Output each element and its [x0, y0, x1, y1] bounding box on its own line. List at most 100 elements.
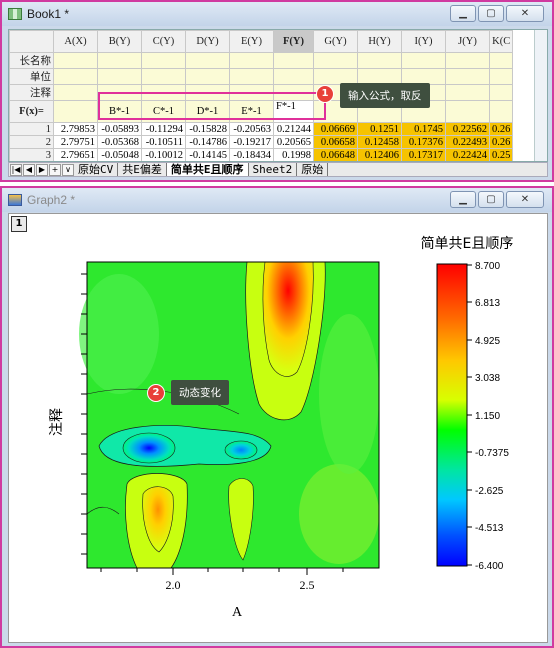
- minimize-button[interactable]: ▁: [450, 191, 476, 208]
- colorbar-label: 4.925: [475, 336, 500, 347]
- table-cell[interactable]: 0.17317: [401, 148, 446, 161]
- table-cell[interactable]: 0.12458: [357, 135, 402, 149]
- table-cell[interactable]: -0.05368: [97, 135, 142, 149]
- column-header[interactable]: E(Y): [229, 30, 274, 53]
- formula-row-header[interactable]: F(x)=: [9, 100, 54, 123]
- minimize-icon: ▁: [459, 194, 467, 205]
- table-cell[interactable]: -0.05893: [97, 122, 142, 136]
- x-tick-label: 2.0: [166, 578, 181, 592]
- table-cell[interactable]: 0.1251: [357, 122, 402, 136]
- tab-sheet2[interactable]: Sheet2: [249, 163, 298, 176]
- table-cell[interactable]: 2.79751: [53, 135, 98, 149]
- callout-badge-2: 2: [147, 384, 165, 402]
- close-icon: ✕: [520, 8, 530, 19]
- table-cell[interactable]: -0.10511: [141, 135, 186, 149]
- table-cell[interactable]: 0.20565: [273, 135, 314, 149]
- column-header[interactable]: K(C: [488, 30, 514, 53]
- table-cell[interactable]: 0.22493: [445, 135, 490, 149]
- colorbar-label: -0.7375: [475, 448, 509, 459]
- sheet-tab-bar: |◀ ◀ ▶ + ∨ 原始CV 共E偏差 简单共E且顺序 Sheet2 原始: [8, 162, 548, 177]
- column-header[interactable]: J(Y): [445, 30, 490, 53]
- tab-raw-cv[interactable]: 原始CV: [74, 163, 119, 176]
- table-cell[interactable]: -0.10012: [141, 148, 186, 161]
- colorbar-label: 3.038: [475, 373, 500, 384]
- row-number[interactable]: 1: [9, 122, 54, 136]
- minimize-icon: ▁: [459, 8, 467, 19]
- x-tick-label: 2.5: [300, 578, 315, 592]
- table-cell[interactable]: 0.21244: [273, 122, 314, 136]
- first-sheet-button[interactable]: |◀: [10, 163, 22, 176]
- table-cell[interactable]: 0.06658: [313, 135, 358, 149]
- x-axis-label: A: [232, 605, 243, 620]
- workbook-titlebar[interactable]: Book1 * ▁ ▢ ✕: [2, 2, 552, 26]
- table-cell[interactable]: 0.26: [488, 122, 514, 136]
- table-cell[interactable]: 0.1998: [273, 148, 314, 161]
- maximize-button[interactable]: ▢: [478, 5, 504, 22]
- colorbar-label: -4.513: [475, 523, 504, 534]
- tab-raw[interactable]: 原始: [297, 163, 329, 176]
- table-cell[interactable]: -0.20563: [229, 122, 274, 136]
- table-cell[interactable]: 0.26: [488, 135, 514, 149]
- table-cell[interactable]: -0.19217: [229, 135, 274, 149]
- close-button[interactable]: ✕: [506, 5, 544, 22]
- maximize-icon: ▢: [486, 194, 496, 205]
- table-cell[interactable]: 2.79853: [53, 122, 98, 136]
- row-number[interactable]: 2: [9, 135, 54, 149]
- add-sheet-button[interactable]: +: [49, 163, 61, 176]
- table-cell[interactable]: 2.79651: [53, 148, 98, 161]
- label-row-header[interactable]: 注释: [9, 84, 54, 101]
- column-header-selected[interactable]: F(Y): [273, 30, 314, 53]
- column-header[interactable]: G(Y): [313, 30, 358, 53]
- contour-plot[interactable]: 2.0 2.5 A 注释 简单共E且顺序 8.700 6.813 4.925 3…: [9, 214, 547, 642]
- column-header[interactable]: D(Y): [185, 30, 230, 53]
- tab-e-deviation[interactable]: 共E偏差: [118, 163, 167, 176]
- row-number[interactable]: 3: [9, 148, 54, 161]
- table-cell[interactable]: -0.18434: [229, 148, 274, 161]
- next-sheet-button[interactable]: ▶: [36, 163, 48, 176]
- table-cell[interactable]: -0.15828: [185, 122, 230, 136]
- colorbar-label: 6.813: [475, 298, 500, 309]
- close-button[interactable]: ✕: [506, 191, 544, 208]
- prev-sheet-button[interactable]: ◀: [23, 163, 35, 176]
- label-row-header[interactable]: 单位: [9, 68, 54, 85]
- graph-page[interactable]: 1 2.0 2.5 A 注释 简单共E且顺序 8.700 6.813 4.925…: [8, 213, 548, 643]
- vertical-scrollbar[interactable]: [534, 30, 547, 161]
- maximize-button[interactable]: ▢: [478, 191, 504, 208]
- column-header[interactable]: H(Y): [357, 30, 402, 53]
- table-cell[interactable]: 0.22562: [445, 122, 490, 136]
- colorbar-label: 8.700: [475, 261, 500, 272]
- minimize-button[interactable]: ▁: [450, 5, 476, 22]
- graph-icon: [8, 194, 22, 206]
- table-cell[interactable]: 0.1745: [401, 122, 446, 136]
- column-header[interactable]: I(Y): [401, 30, 446, 53]
- table-cell[interactable]: 0.06669: [313, 122, 358, 136]
- table-cell[interactable]: -0.05048: [97, 148, 142, 161]
- tab-active-simple[interactable]: 简单共E且顺序: [166, 163, 249, 176]
- y-axis-label: 注释: [49, 408, 65, 436]
- table-cell[interactable]: 0.17376: [401, 135, 446, 149]
- formula-callout: 输入公式，取反: [340, 83, 430, 108]
- table-cell[interactable]: 0.25: [488, 148, 514, 161]
- graph-window: Graph2 * ▁ ▢ ✕ 1 2.0 2.5 A 注释 简单共E且顺序 8.…: [0, 186, 554, 648]
- graph-titlebar[interactable]: Graph2 * ▁ ▢ ✕: [2, 188, 552, 212]
- table-cell[interactable]: -0.11294: [141, 122, 186, 136]
- close-icon: ✕: [520, 194, 530, 205]
- table-cell[interactable]: -0.14145: [185, 148, 230, 161]
- graph-title: Graph2 *: [27, 193, 76, 207]
- sheet-list-button[interactable]: ∨: [62, 163, 74, 176]
- formula-highlight-box: [98, 92, 326, 120]
- workbook-window: Book1 * ▁ ▢ ✕ A(X) B(Y) C(Y) D(Y) E(Y) F…: [0, 0, 554, 182]
- column-header[interactable]: A(X): [53, 30, 98, 53]
- column-header[interactable]: B(Y): [97, 30, 142, 53]
- table-cell[interactable]: 0.06648: [313, 148, 358, 161]
- colorbar-label: -2.625: [475, 486, 504, 497]
- column-header[interactable]: C(Y): [141, 30, 186, 53]
- workbook-icon: [8, 8, 22, 20]
- colorbar[interactable]: [436, 263, 468, 567]
- table-cell[interactable]: -0.14786: [185, 135, 230, 149]
- table-cell[interactable]: 0.12406: [357, 148, 402, 161]
- corner-cell[interactable]: [9, 30, 54, 53]
- label-row-header[interactable]: 长名称: [9, 52, 54, 69]
- colorbar-ticks: [467, 264, 472, 566]
- table-cell[interactable]: 0.22424: [445, 148, 490, 161]
